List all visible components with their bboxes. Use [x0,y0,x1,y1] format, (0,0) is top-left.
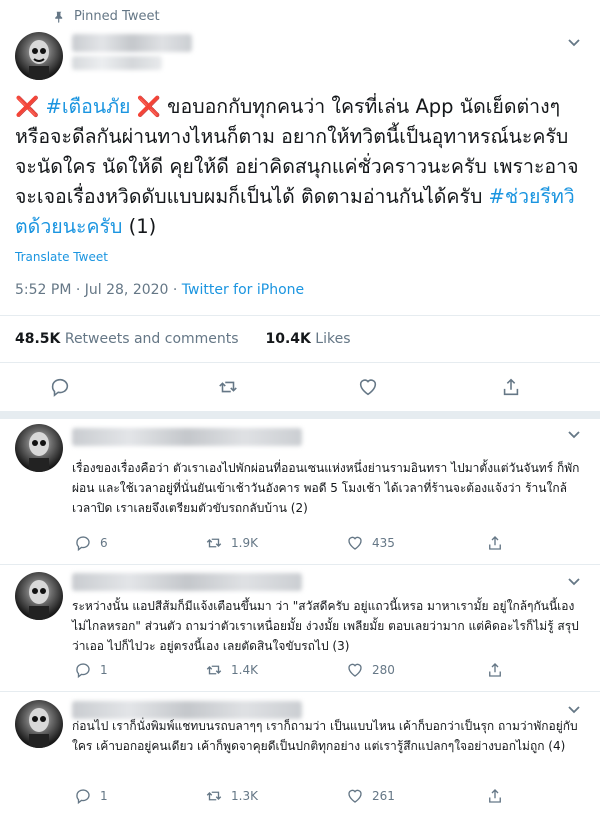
tweet-timestamp[interactable]: 5:52 PM · Jul 28, 2020 · [15,282,182,298]
reply-avatar[interactable] [15,572,63,620]
share-icon[interactable] [486,661,504,679]
like-icon [348,663,362,677]
retweet-button[interactable]: 1.3K [205,787,258,805]
like-icon [348,536,362,550]
pin-icon [55,11,63,23]
retweet-icon[interactable] [217,376,239,398]
avatar[interactable] [15,32,63,80]
chevron-down-icon[interactable] [567,577,581,587]
chevron-down-icon[interactable] [567,430,581,440]
likes-stat[interactable]: 10.4K Likes [265,331,350,347]
reply-text: เรื่องของเรื่องคือว่า ตัวเราเองไปพักผ่อน… [72,461,580,515]
user-handle[interactable] [72,56,162,70]
reply-icon [76,663,90,679]
reply-text: ระหว่างนั้น แอปสีส้มก็มีแจ้งเตือนขึ้นมา … [72,599,579,653]
reply-author-name[interactable] [72,428,302,446]
divider [0,362,600,363]
divider [0,315,600,316]
reply-avatar[interactable] [15,424,63,472]
share-icon[interactable] [500,376,522,398]
retweet-icon [206,665,222,675]
retweets-stat[interactable]: 48.5K Retweets and comments [15,331,239,347]
like-button[interactable]: 435 [346,534,395,552]
reply-button[interactable]: 1 [74,661,108,679]
retweet-button[interactable]: 1.4K [205,661,258,679]
tweet-actions [0,372,600,402]
chevron-down-icon[interactable] [567,38,581,48]
pinned-tweet-label: Pinned Tweet [74,9,160,24]
display-name[interactable] [72,34,192,52]
divider [0,691,600,692]
cross-mark-icon: ❌ [15,95,40,118]
chevron-down-icon[interactable] [567,705,581,715]
reply-actions: 1 1.4K 280 [0,661,600,681]
reply-icon[interactable] [49,376,71,398]
like-button[interactable]: 261 [346,787,395,805]
reply-actions: 6 1.9K 435 [0,534,600,554]
reply-actions: 1 1.3K 261 [0,787,600,807]
reply-button[interactable]: 6 [74,534,108,552]
hashtag-link[interactable]: #เตือนภัย [45,95,130,118]
share-icon[interactable] [486,787,504,805]
tweet-text: ❌ #เตือนภัย ❌ ขอบอกกับทุกคนว่า ใครที่เล่… [15,92,590,242]
pinned-label-row: Pinned Tweet [52,9,160,24]
translate-tweet-link[interactable]: Translate Tweet [15,250,108,264]
share-icon[interactable] [486,534,504,552]
divider [0,564,600,565]
reply-avatar[interactable] [15,700,63,748]
reply-author-name[interactable] [72,573,302,591]
tweet-meta: 5:52 PM · Jul 28, 2020 · Twitter for iPh… [15,282,304,298]
tweet-suffix: (1) [122,215,157,238]
retweet-icon [206,791,222,801]
like-icon [348,789,362,803]
retweet-button[interactable]: 1.9K [205,534,258,552]
like-button[interactable]: 280 [346,661,395,679]
cross-mark-icon: ❌ [136,95,161,118]
like-icon[interactable] [357,376,379,398]
divider [0,411,600,419]
retweet-icon [206,538,222,548]
reply-icon [76,536,90,552]
reply-button[interactable]: 1 [74,787,108,805]
reply-text: ก่อนไป เราก็นั่งพิมพ์แชทบนรถบลาๆๆ เราก็ถ… [72,719,578,753]
reply-icon [76,789,90,805]
tweet-stats: 48.5K Retweets and comments 10.4K Likes [15,331,351,347]
tweet-source-link[interactable]: Twitter for iPhone [182,282,304,298]
